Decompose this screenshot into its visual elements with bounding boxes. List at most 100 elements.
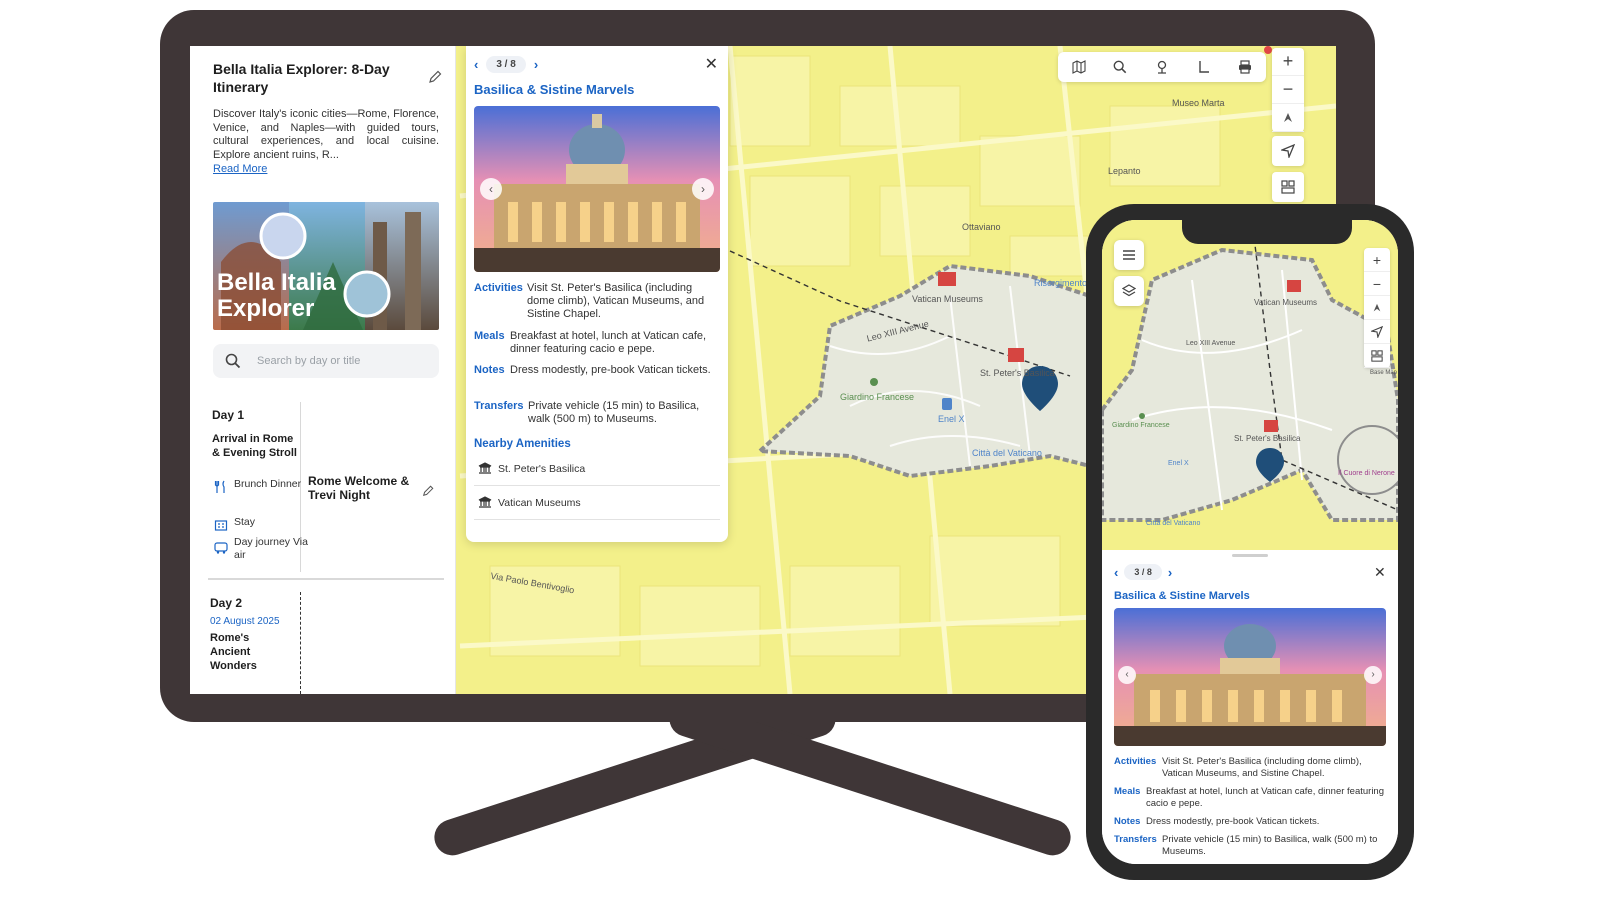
activities-label: Activities — [474, 282, 523, 294]
minus-icon[interactable]: − — [1272, 76, 1304, 104]
phone-title: Basilica & Sistine Marvels — [1114, 590, 1250, 602]
bank-icon — [478, 462, 492, 477]
bus-icon — [214, 542, 228, 558]
chevron-left-icon[interactable]: ‹ — [474, 57, 478, 72]
nearby-item-label: St. Peter's Basilica — [498, 463, 586, 475]
layers-icon[interactable] — [1272, 172, 1304, 202]
itinerary-cover-image: Bella Italia Explorer — [213, 202, 439, 330]
foot-icon[interactable] — [1193, 56, 1215, 78]
notification-badge — [1264, 46, 1272, 54]
meals-text: Breakfast at hotel, lunch at Vatican caf… — [510, 330, 707, 355]
phone-activities-label: Activities — [1114, 756, 1157, 767]
nearby-heading: Nearby Amenities — [474, 438, 571, 450]
phone-map-canvas[interactable]: Vatican Museums Leo XIII Avenue Giardino… — [1102, 220, 1398, 550]
itinerary-title: Bella Italia Explorer: 8-Day Itinerary — [213, 61, 390, 95]
itinerary-description: Discover Italy's iconic cities—Rome, Flo… — [213, 108, 439, 161]
notes-text: Dress modestly, pre-book Vatican tickets… — [510, 364, 711, 376]
phone-map-graphic — [1102, 220, 1398, 550]
zoom-controls: + − — [1272, 48, 1304, 132]
chevron-left-icon[interactable]: ‹ — [1114, 565, 1118, 580]
phone-label-cuore: Il Cuore di Nerone — [1338, 470, 1395, 477]
close-icon[interactable]: ✕ — [1374, 564, 1386, 581]
phone-activities-row: Activities Visit St. Peter's Basilica (i… — [1114, 756, 1386, 779]
map-side-controls — [1272, 136, 1304, 208]
phone-transfers-row: Transfers Private vehicle (15 min) to Ba… — [1114, 834, 1386, 857]
itinerary-panel: Bella Italia Explorer: 8-Day Itinerary D… — [190, 46, 456, 694]
close-icon[interactable]: ✕ — [705, 54, 718, 74]
nearby-item[interactable]: St. Peter's Basilica — [474, 452, 720, 486]
map-label-giardino: Giardino Francese — [840, 392, 915, 402]
search-icon[interactable] — [1109, 56, 1131, 78]
phone-pager-count: 3 / 8 — [1124, 564, 1162, 580]
meals-row: Meals Breakfast at hotel, lunch at Vatic… — [474, 330, 722, 356]
day-1-label: Day 1 — [212, 408, 245, 422]
phone-label-enel: Enel X — [1168, 460, 1189, 467]
compass-icon[interactable] — [1272, 104, 1304, 132]
phone-frame: Vatican Museums Leo XIII Avenue Giardino… — [1086, 204, 1414, 880]
day-separator — [208, 578, 444, 580]
day-2-entry[interactable]: Day 2 02 August 2025 Rome's Ancient Wond… — [210, 596, 280, 673]
plus-icon[interactable]: + — [1272, 48, 1304, 76]
day-2-date: 02 August 2025 — [210, 616, 280, 627]
notes-label: Notes — [474, 364, 505, 376]
day-2-subtitle: Rome's Ancient Wonders — [210, 632, 257, 672]
map-label-enel: Enel X — [938, 414, 965, 424]
layers-icon[interactable] — [1114, 276, 1144, 306]
phone-notch — [1182, 220, 1352, 244]
phone-meals-row: Meals Breakfast at hotel, lunch at Vatic… — [1114, 786, 1386, 809]
meals-label: Meals — [474, 330, 505, 342]
chevron-right-icon[interactable]: › — [534, 57, 538, 72]
map-label-citta: Città del Vaticano — [972, 448, 1042, 458]
pin-icon[interactable] — [1151, 56, 1173, 78]
edit-icon[interactable] — [428, 70, 444, 86]
popup-title: Basilica & Sistine Marvels — [474, 82, 635, 97]
minus-icon[interactable]: − — [1364, 272, 1390, 296]
notes-row: Notes Dress modestly, pre-book Vatican t… — [474, 364, 722, 377]
map-label-lepanto: Lepanto — [1108, 166, 1141, 176]
locate-icon[interactable] — [1364, 320, 1390, 344]
phone-meals-text: Breakfast at hotel, lunch at Vatican caf… — [1146, 786, 1384, 809]
nearby-item[interactable]: Vatican Museums — [474, 486, 720, 520]
edit-day-icon[interactable] — [422, 484, 434, 502]
transfers-row: Transfers Private vehicle (15 min) to Ba… — [474, 400, 722, 426]
phone-transfers-label: Transfers — [1114, 834, 1157, 845]
search-placeholder: Search by day or title — [257, 355, 361, 367]
phone-basilica-photo: ‹ › — [1114, 608, 1386, 746]
plus-icon[interactable]: + — [1364, 248, 1390, 272]
menu-icon[interactable] — [1114, 240, 1144, 270]
phone-screen: Vatican Museums Leo XIII Avenue Giardino… — [1102, 220, 1398, 864]
phone-label-base: Base Map — [1370, 370, 1398, 376]
nearby-item-label: Vatican Museums — [498, 497, 581, 509]
photo-next-button[interactable]: › — [692, 178, 714, 200]
day-1-meals-text: Brunch Dinner — [234, 478, 302, 490]
locate-icon[interactable] — [1272, 136, 1304, 166]
map-toolbar — [1058, 52, 1266, 82]
map-label-museo: Museo Marta — [1172, 98, 1225, 108]
day-1-transport-text: Day journey Via air — [234, 536, 308, 561]
map-icon[interactable] — [1068, 56, 1090, 78]
phone-zoom-controls: + − — [1364, 248, 1390, 368]
phone-photo-prev[interactable]: ‹ — [1118, 666, 1136, 684]
print-icon[interactable] — [1234, 56, 1256, 78]
bank-icon — [478, 496, 492, 511]
sheet-drag-handle[interactable] — [1232, 554, 1268, 557]
phone-meals-label: Meals — [1114, 786, 1141, 797]
phone-pager: ‹ 3 / 8 › — [1114, 564, 1172, 580]
chevron-right-icon[interactable]: › — [1168, 565, 1172, 580]
fork-knife-icon — [214, 480, 228, 498]
phone-label-vatican-museums: Vatican Museums — [1254, 298, 1317, 307]
day-1-stay-text: Stay — [234, 516, 256, 528]
pager-count: 3 / 8 — [486, 55, 526, 73]
compass-icon[interactable] — [1364, 296, 1390, 320]
gallery-icon[interactable] — [1364, 344, 1390, 368]
day-2-label: Day 2 — [210, 596, 243, 610]
phone-notes-row: Notes Dress modestly, pre-book Vatican t… — [1114, 816, 1386, 828]
phone-detail-sheet: ‹ 3 / 8 › ✕ Basilica & Sistine Marvels ‹… — [1102, 550, 1398, 864]
activities-row: Activities Visit St. Peter's Basilica (i… — [474, 282, 722, 321]
itinerary-search-box[interactable]: Search by day or title — [213, 344, 439, 378]
phone-photo-next[interactable]: › — [1364, 666, 1382, 684]
phone-label-st-peters: St. Peter's Basilica — [1234, 434, 1301, 443]
day-1-entry[interactable]: Day 1 Arrival in Rome & Evening Stroll B… — [210, 402, 442, 572]
photo-prev-button[interactable]: ‹ — [480, 178, 502, 200]
read-more-link[interactable]: Read More — [213, 163, 267, 175]
